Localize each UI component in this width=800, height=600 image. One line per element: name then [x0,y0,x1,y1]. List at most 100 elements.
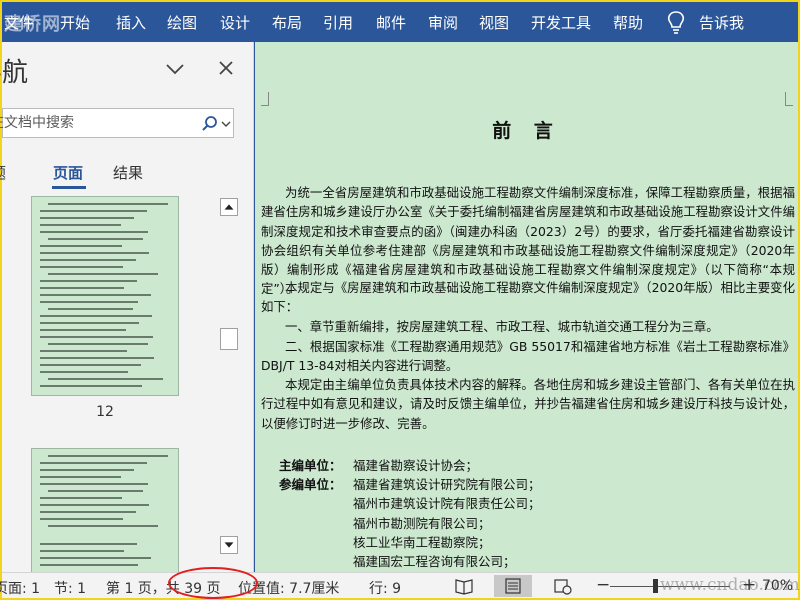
page-thumbnail[interactable] [31,196,179,396]
web-layout-button[interactable] [543,575,581,597]
thumbnail-text-line [40,266,123,268]
co-unit: 核工业华南工程勘察院； [353,534,491,550]
status-line[interactable]: 行: 9 [369,578,401,598]
thumbnail-text-line [40,350,127,352]
document-page[interactable]: 前 言 为统一全省房屋建筑和市政基础设施工程勘察文件编制深度标准，保障工程勘察质… [255,42,798,572]
search-options-chevron-icon[interactable] [221,120,231,128]
thumbnail-page-number: 12 [96,404,114,420]
thumbnail-text-line [40,357,154,359]
nav-search-box [0,108,234,138]
co-unit: 福州市建筑设计院有限责任公司； [353,496,541,512]
triangle-down-icon [224,542,234,548]
thumbnail-text-line [48,308,133,310]
chevron-down-icon[interactable] [165,62,185,76]
body-paragraph: 一、章节重新编排，按房屋建筑工程、市政工程、城市轨道交通工程分为三章。 [285,319,719,334]
chief-unit-label: 主编单位： [279,458,342,473]
thumbnail-text-line [40,504,149,506]
thumbnail-text-line [40,301,138,303]
search-icon[interactable] [201,115,219,133]
status-section[interactable]: 节: 1 [54,578,86,598]
tab-view[interactable]: 视图 [479,12,509,33]
zoom-out-button[interactable]: − [596,575,610,595]
thumbnail-text-line [40,543,137,545]
book-icon [455,579,473,595]
thumbnail-text-line [48,525,158,527]
tab-home[interactable]: 开始 [60,12,90,33]
document-heading: 前 言 [492,120,561,142]
body-paragraph: 本规定由主编单位负责具体技术内容的解释。各地住房和城乡建设主管部门、各有关单位在… [261,377,795,431]
tab-insert[interactable]: 插入 [116,12,146,33]
tab-review[interactable]: 审阅 [428,12,458,33]
page-thumbnails: 12 [2,192,214,572]
tab-design[interactable]: 设计 [220,12,250,33]
thumbnail-text-line [40,287,124,289]
tab-draw[interactable]: 绘图 [167,12,197,33]
nav-pane-title: 导航 [0,58,29,88]
page-thumbnail[interactable] [31,448,179,572]
thumbnail-text-line [40,564,138,566]
thumbnail-scrollbar[interactable] [218,196,240,556]
active-tab-indicator [52,186,86,189]
thumbnail-text-line [48,238,143,240]
ribbon-tab-bar: 建桥网 文件 开始 插入 绘图 设计 布局 引用 邮件 审阅 视图 开发工具 帮… [2,2,798,42]
scrollbar-thumb[interactable] [220,328,238,350]
tell-me-search[interactable]: 告诉我 [699,12,744,33]
lightbulb-icon[interactable] [664,10,688,36]
co-unit: 福建国宏工程咨询有限公司； [353,554,516,570]
tab-file[interactable]: 文件 [4,12,34,33]
nav-tab-pages[interactable]: 页面 [53,162,83,183]
co-unit: 福州市勘测院有限公司； [353,515,491,531]
tab-layout[interactable]: 布局 [272,12,302,33]
print-layout-button[interactable] [494,575,532,597]
thumbnail-text-line [48,455,168,457]
scroll-up-button[interactable] [220,198,238,216]
body-paragraph: 本规定与《房屋建筑和市政基础设施工程勘察文件编制深度规定》（2020年版）相比主… [261,280,795,315]
thumbnail-text-line [40,557,151,559]
tab-developer[interactable]: 开发工具 [531,12,591,33]
thumbnail-text-line [48,490,143,492]
thumbnail-text-line [40,462,147,464]
highlight-ellipse [168,567,258,599]
thumbnail-text-line [40,518,123,520]
tab-help[interactable]: 帮助 [613,12,643,33]
scroll-down-button[interactable] [220,536,238,554]
nav-tab-headings[interactable]: 标题 [0,162,6,183]
thumbnail-text-line [40,469,134,471]
thumbnail-text-line [40,550,124,552]
status-bar: 页面: 1 节: 1 第 1 页，共 39 页 位置值: 7.7厘米 行: 9 … [0,572,800,598]
thumbnail-text-line [40,476,121,478]
margin-corner-mark [785,92,793,106]
print-layout-icon [505,578,521,594]
thumbnail-text-line [40,231,148,233]
thumbnail-text-line [40,315,152,317]
thumbnail-text-line [40,329,126,331]
thumbnail-text-line [40,252,149,254]
thumbnail-text-line [48,378,163,380]
thumbnail-text-line [40,224,121,226]
triangle-up-icon [224,204,234,210]
zoom-in-button[interactable]: + [742,575,756,595]
tab-references[interactable]: 引用 [323,12,353,33]
chief-unit: 福建省勘察设计协会； [353,458,479,473]
thumbnail-text-line [40,336,153,338]
read-mode-button[interactable] [445,575,483,597]
tab-mailings[interactable]: 邮件 [376,12,406,33]
body-paragraph: 二、根据国家标准《工程勘察通用规范》GB 55017和福建省地方标准《岩土工程勘… [261,339,795,374]
status-page-label[interactable]: 页面: 1 [0,578,40,598]
close-icon[interactable] [216,58,236,78]
zoom-slider-thumb[interactable] [653,579,658,593]
thumbnail-text-line [40,210,147,212]
thumbnail-text-line [40,294,151,296]
units-list: 主编单位： 福建省勘察设计协会； 参编单位： 福建省建筑设计研究院有限公司； 福… [279,456,541,571]
web-layout-icon [554,579,572,595]
thumbnail-text-line [40,259,136,261]
thumbnail-text-line [48,273,158,275]
nav-tab-results[interactable]: 结果 [113,162,143,183]
thumbnail-text-line [40,371,128,373]
thumbnail-text-line [40,385,142,387]
zoom-level[interactable]: 70% [762,578,793,594]
thumbnail-text-line [40,511,136,513]
thumbnail-text-line [40,245,122,247]
search-input[interactable] [0,113,178,133]
margin-corner-mark [261,92,269,106]
